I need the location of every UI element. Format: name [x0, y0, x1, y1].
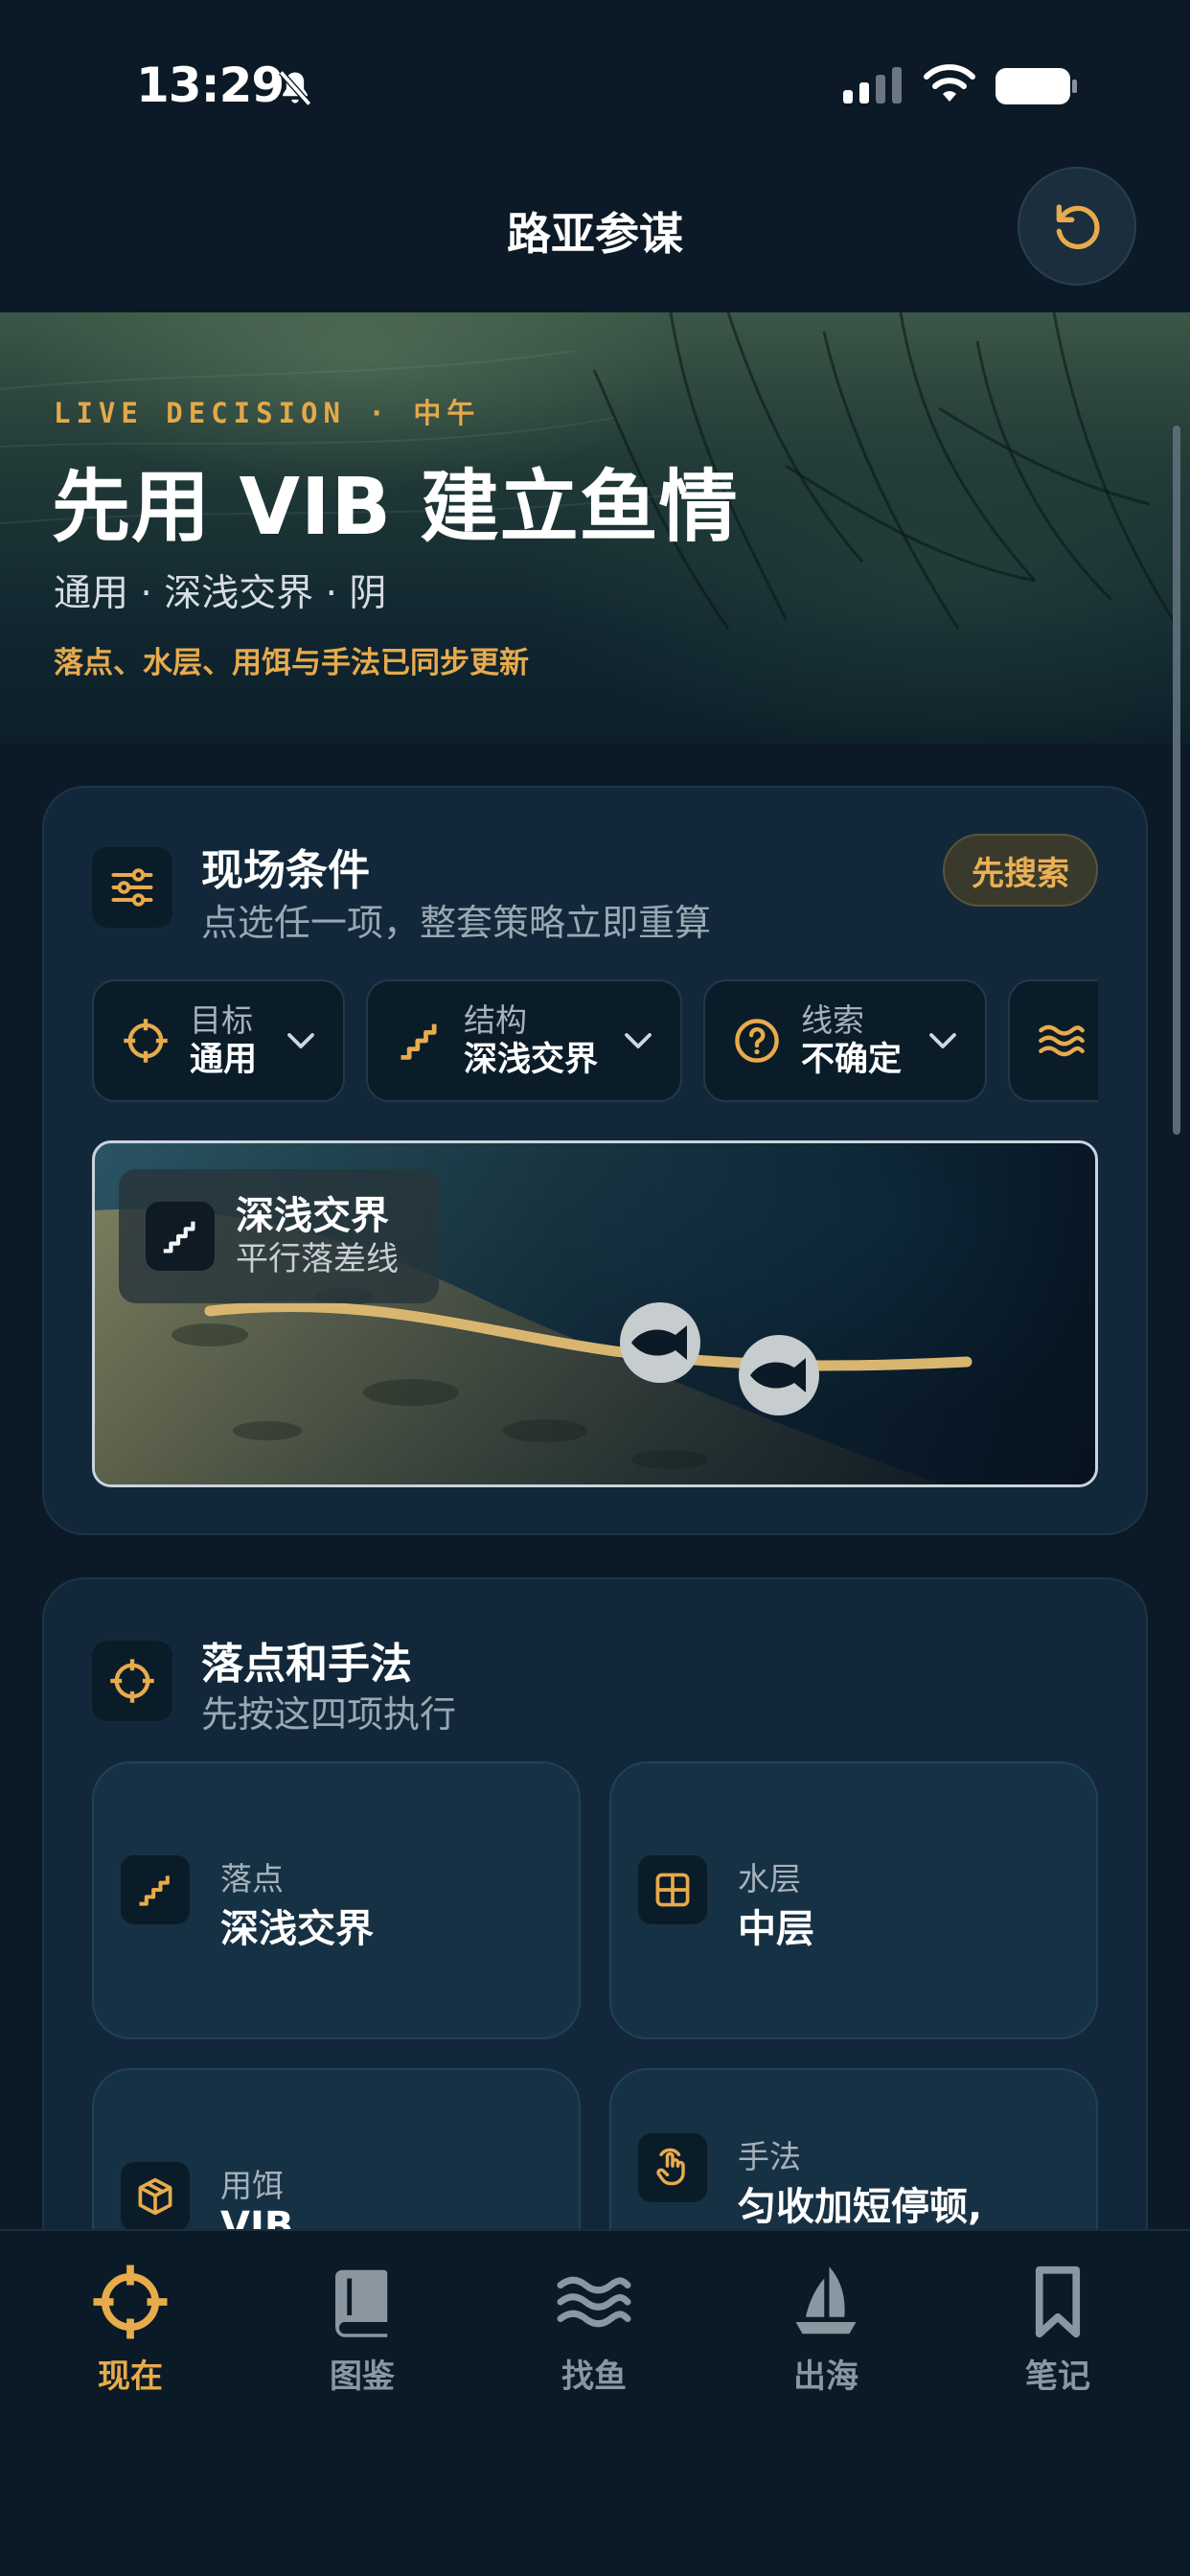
step-lure-label: 用饵	[220, 2167, 284, 2204]
chip-target-label: 目标	[190, 1000, 253, 1039]
chip-water[interactable]	[1008, 979, 1098, 1102]
scene-label-icon-tile	[146, 1202, 215, 1271]
question-icon	[735, 1019, 779, 1063]
chip-structure-label: 结构	[464, 1000, 527, 1039]
conditions-subtitle: 点选任一项，整套策略立即重算	[201, 902, 712, 944]
grid-icon	[655, 1873, 690, 1907]
status-time: 13:29	[136, 58, 285, 113]
plan-icon-tile	[92, 1641, 172, 1721]
stairs-icon	[139, 1875, 170, 1906]
step-depth-value: 中层	[738, 1907, 814, 1951]
tab-sea[interactable]: 出海	[730, 2262, 922, 2397]
plan-subtitle: 先按这四项执行	[201, 1693, 457, 1736]
chip-structure-value: 深浅交界	[464, 1040, 599, 1079]
tab-find-fish[interactable]: 找鱼	[498, 2262, 690, 2397]
reset-button[interactable]	[1018, 167, 1136, 286]
battery-icon	[995, 68, 1077, 104]
fish-marker	[620, 1302, 700, 1383]
step-technique-icon-tile	[638, 2133, 707, 2202]
book-icon	[334, 2269, 388, 2337]
bookmark-icon	[1035, 2266, 1081, 2338]
tab-notes[interactable]: 笔记	[962, 2262, 1154, 2397]
step-depth-label: 水层	[738, 1860, 801, 1898]
conditions-icon-tile	[92, 847, 172, 928]
hero-eyebrow: LIVE DECISION · 中午	[54, 397, 481, 429]
chip-clue-label: 线索	[801, 1000, 864, 1039]
search-first-button[interactable]: 先搜索	[943, 834, 1098, 907]
crosshair-icon	[124, 1019, 168, 1063]
wifi-icon	[924, 64, 975, 102]
chip-structure[interactable]: 结构 深浅交界	[366, 979, 682, 1102]
chevron-down-icon	[625, 1033, 652, 1048]
scene-title: 深浅交界	[236, 1193, 389, 1238]
conditions-title: 现场条件	[201, 846, 370, 895]
tab-now[interactable]: 现在	[34, 2262, 226, 2397]
step-lure-icon-tile	[121, 2162, 190, 2231]
hero-subtitle: 通用 · 深浅交界 · 阴	[54, 572, 387, 615]
hero-note: 落点、水层、用饵与手法已同步更新	[54, 646, 529, 680]
scene-subtitle: 平行落差线	[236, 1239, 399, 1278]
plan-title: 落点和手法	[201, 1640, 412, 1689]
sailboat-icon	[795, 2266, 857, 2334]
chip-target[interactable]: 目标 通用	[92, 979, 345, 1102]
hand-icon	[656, 2148, 685, 2186]
cellular-signal-icon	[843, 67, 902, 104]
page-title: 路亚参谋	[507, 208, 683, 260]
chip-clue[interactable]: 线索 不确定	[703, 979, 987, 1102]
tab-now-label: 现在	[98, 2358, 163, 2396]
tab-find-fish-label: 找鱼	[561, 2358, 627, 2396]
step-spot-icon-tile	[121, 1855, 190, 1924]
tab-guide[interactable]: 图鉴	[266, 2262, 458, 2397]
tab-sea-label: 出海	[793, 2358, 858, 2396]
bell-muted-icon	[278, 70, 312, 106]
stairs-icon	[400, 1024, 437, 1060]
crosshair-icon	[93, 2265, 168, 2339]
chip-clue-value: 不确定	[801, 1040, 903, 1079]
chevron-down-icon	[287, 1033, 314, 1048]
waves-icon	[1039, 1024, 1085, 1057]
step-spot-value: 深浅交界	[220, 1907, 374, 1951]
waves-icon	[557, 2276, 631, 2328]
step-technique-label: 手法	[738, 2138, 801, 2175]
crosshair-icon	[110, 1659, 154, 1703]
stairs-icon	[163, 1221, 195, 1254]
rotate-ccw-icon	[1056, 204, 1100, 250]
step-spot-label: 落点	[220, 1860, 284, 1898]
fish-marker	[739, 1335, 819, 1415]
chip-target-value: 通用	[190, 1040, 258, 1079]
chevron-down-icon	[929, 1033, 956, 1048]
step-technique-value: 匀收加短停顿,	[738, 2185, 983, 2229]
step-depth-icon-tile	[638, 1855, 707, 1924]
scrollbar[interactable]	[1173, 426, 1180, 1135]
sliders-icon	[111, 868, 153, 907]
tab-notes-label: 笔记	[1025, 2358, 1090, 2396]
box-icon	[138, 2177, 172, 2216]
tab-guide-label: 图鉴	[330, 2358, 395, 2396]
hero-title: 先用 VIB 建立鱼情	[52, 462, 739, 553]
scene-label: 深浅交界 平行落差线	[119, 1169, 439, 1303]
